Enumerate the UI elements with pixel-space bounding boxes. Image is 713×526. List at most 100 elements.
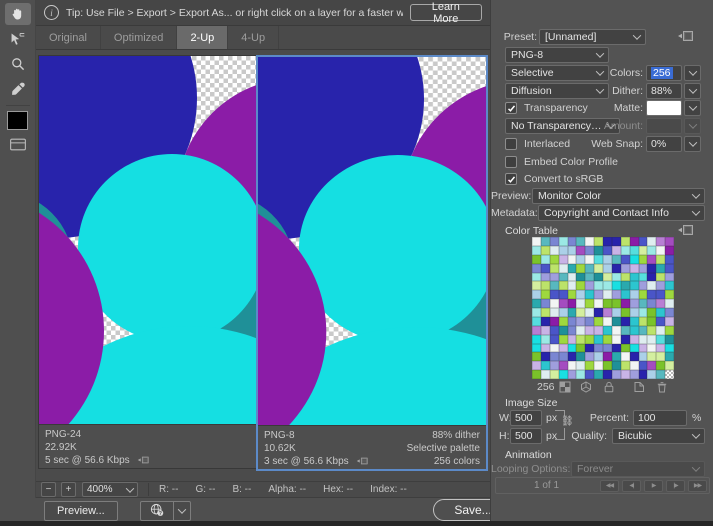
color-swatch[interactable] xyxy=(629,299,639,308)
color-swatch[interactable] xyxy=(549,352,559,362)
color-swatch[interactable] xyxy=(647,308,657,317)
color-swatch[interactable] xyxy=(603,334,612,344)
color-swatch[interactable] xyxy=(620,370,630,379)
color-swatch[interactable] xyxy=(665,254,674,264)
color-swatch[interactable] xyxy=(558,325,568,335)
color-swatch[interactable] xyxy=(549,308,559,317)
color-swatch[interactable] xyxy=(567,254,577,264)
color-swatch[interactable] xyxy=(665,352,674,362)
color-swatch[interactable] xyxy=(611,254,621,264)
color-swatch[interactable] xyxy=(656,316,666,326)
color-swatch[interactable] xyxy=(647,254,657,264)
color-swatch[interactable] xyxy=(532,245,541,255)
amount-input[interactable] xyxy=(646,118,682,134)
color-swatch[interactable] xyxy=(638,290,648,300)
color-swatch[interactable] xyxy=(629,352,639,362)
play-button[interactable]: ▶ xyxy=(644,479,663,492)
tab-4-up[interactable]: 4-Up xyxy=(228,26,280,49)
color-swatch[interactable] xyxy=(611,361,621,371)
color-swatch[interactable] xyxy=(540,308,550,317)
color-swatch[interactable] xyxy=(576,361,586,371)
color-swatch[interactable] xyxy=(603,263,612,273)
color-swatch[interactable] xyxy=(638,308,648,317)
dither-stepper[interactable] xyxy=(684,83,701,99)
color-swatch[interactable] xyxy=(567,272,577,282)
color-swatch[interactable] xyxy=(567,281,577,291)
color-swatch[interactable] xyxy=(629,254,639,264)
color-swatch[interactable] xyxy=(629,334,639,344)
color-swatch[interactable] xyxy=(620,263,630,273)
color-swatch[interactable] xyxy=(540,316,550,326)
color-swatch[interactable] xyxy=(656,281,666,291)
color-swatch[interactable] xyxy=(638,237,648,246)
color-swatch[interactable] xyxy=(656,370,666,379)
color-swatch[interactable] xyxy=(611,237,621,246)
next-frame-button[interactable]: |▶ xyxy=(666,479,685,492)
color-swatch[interactable] xyxy=(638,334,648,344)
metadata-select[interactable]: Copyright and Contact Info xyxy=(538,205,705,221)
color-swatch[interactable] xyxy=(638,343,648,353)
color-swatch[interactable] xyxy=(540,334,550,344)
color-swatch[interactable] xyxy=(638,281,648,291)
color-swatch[interactable] xyxy=(585,308,595,317)
color-swatch[interactable] xyxy=(540,352,550,362)
color-swatch[interactable] xyxy=(549,254,559,264)
color-swatch[interactable] xyxy=(532,352,541,362)
color-swatch[interactable] xyxy=(603,299,612,308)
tab-original[interactable]: Original xyxy=(36,26,101,49)
color-swatch[interactable] xyxy=(567,316,577,326)
looping-options-select[interactable]: Forever xyxy=(571,461,705,477)
color-swatch[interactable] xyxy=(665,245,674,255)
preview-select[interactable]: Monitor Color xyxy=(532,188,705,204)
color-swatch[interactable] xyxy=(620,316,630,326)
preset-select[interactable]: [Unnamed] xyxy=(539,29,646,45)
color-swatch[interactable] xyxy=(656,263,666,273)
color-swatch[interactable] xyxy=(647,263,657,273)
color-swatch[interactable] xyxy=(629,263,639,273)
color-swatch[interactable] xyxy=(656,254,666,264)
color-swatch[interactable] xyxy=(532,281,541,291)
width-input[interactable]: 500 xyxy=(510,410,542,426)
zoom-tool-button[interactable] xyxy=(5,53,31,75)
color-swatch[interactable] xyxy=(629,272,639,282)
color-swatch[interactable] xyxy=(594,290,603,300)
embed-color-profile-checkbox[interactable] xyxy=(505,156,517,168)
color-swatch[interactable] xyxy=(656,334,666,344)
color-swatch[interactable] xyxy=(647,352,657,362)
color-swatch[interactable] xyxy=(665,263,674,273)
color-swatch[interactable] xyxy=(647,343,657,353)
color-swatch[interactable] xyxy=(567,308,577,317)
color-swatch[interactable] xyxy=(620,361,630,371)
color-swatch[interactable] xyxy=(620,281,630,291)
color-swatch[interactable] xyxy=(611,281,621,291)
color-swatch[interactable] xyxy=(576,352,586,362)
color-swatch[interactable] xyxy=(532,237,541,246)
color-swatch[interactable] xyxy=(532,299,541,308)
color-swatch[interactable] xyxy=(611,334,621,344)
color-swatch[interactable] xyxy=(656,308,666,317)
color-swatch[interactable] xyxy=(629,290,639,300)
color-swatch[interactable] xyxy=(540,325,550,335)
color-swatch[interactable] xyxy=(567,334,577,344)
color-swatch[interactable] xyxy=(576,254,586,264)
color-swatch[interactable] xyxy=(647,281,657,291)
color-swatch[interactable] xyxy=(647,325,657,335)
eyedropper-tool-button[interactable] xyxy=(5,78,31,100)
percent-input[interactable]: 100 xyxy=(633,410,687,426)
delete-color-icon[interactable] xyxy=(656,381,668,396)
color-swatch[interactable] xyxy=(647,290,657,300)
color-swatch[interactable] xyxy=(638,263,648,273)
interlaced-checkbox[interactable] xyxy=(505,138,517,150)
zoom-in-button[interactable]: + xyxy=(61,482,76,497)
color-swatch[interactable] xyxy=(558,254,568,264)
learn-more-button[interactable]: Learn More xyxy=(409,1,482,25)
color-swatch[interactable] xyxy=(594,325,603,335)
color-swatch[interactable] xyxy=(549,343,559,353)
zoom-level-select[interactable]: 400% xyxy=(82,482,138,497)
browser-select-dropdown[interactable] xyxy=(174,501,191,521)
color-swatch[interactable] xyxy=(532,334,541,344)
color-swatch[interactable] xyxy=(540,272,550,282)
color-swatch[interactable] xyxy=(540,290,550,300)
color-swatch[interactable] xyxy=(620,245,630,255)
color-swatch[interactable] xyxy=(629,343,639,353)
